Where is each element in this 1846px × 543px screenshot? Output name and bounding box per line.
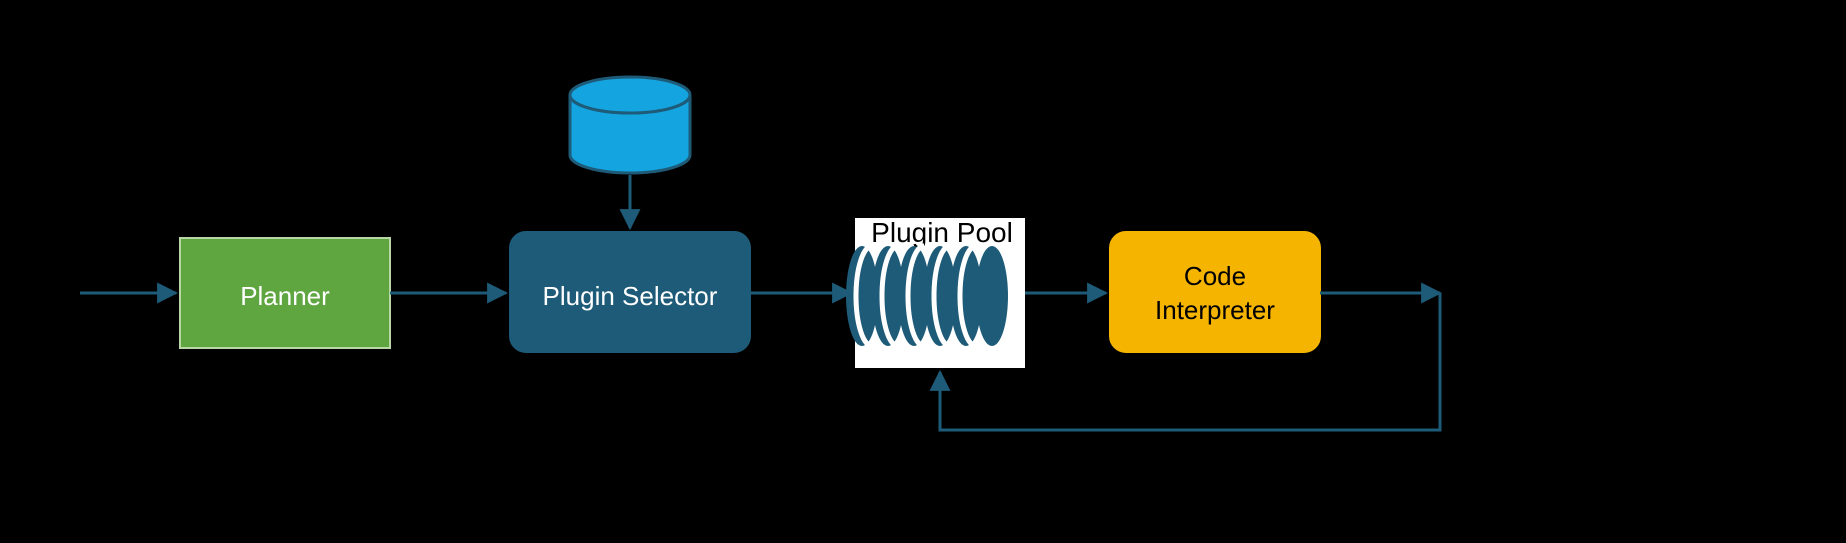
architecture-diagram: Planner Plugin Selector Plugin Pool xyxy=(0,0,1846,543)
code-interpreter-node: Code Interpreter xyxy=(1110,232,1320,352)
database-icon xyxy=(570,77,690,173)
planner-node: Planner xyxy=(180,238,390,348)
code-interpreter-label-2: Interpreter xyxy=(1155,295,1275,325)
plugin-selector-label: Plugin Selector xyxy=(543,281,718,311)
plugin-selector-node: Plugin Selector xyxy=(510,232,750,352)
code-interpreter-label-1: Code xyxy=(1184,261,1246,291)
plugin-pool-node: Plugin Pool xyxy=(846,217,1025,368)
planner-label: Planner xyxy=(240,281,330,311)
plugin-pool-label: Plugin Pool xyxy=(871,217,1013,248)
